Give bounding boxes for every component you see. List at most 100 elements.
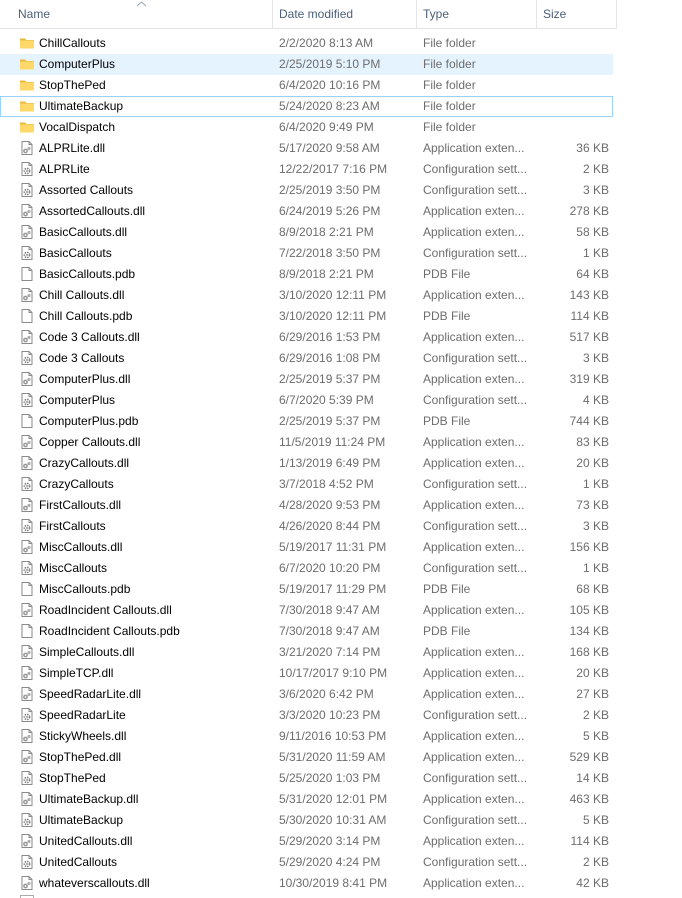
file-size: 20 KB	[576, 666, 609, 680]
list-item[interactable]: FirstCallouts 4/26/2020 8:44 PM Configurat…	[0, 516, 613, 537]
column-header: Name Date modified Type Size	[0, 0, 617, 29]
list-item[interactable]: Chill Callouts.pdb 3/10/2020 12:11 PM PDB …	[0, 306, 613, 327]
file-size: 1 KB	[582, 477, 609, 491]
file-size: 83 KB	[576, 435, 609, 449]
file-type: Application exten...	[423, 603, 525, 617]
file-type: Configuration sett...	[423, 351, 528, 365]
file-type: Configuration sett...	[423, 708, 528, 722]
file-date-modified: 2/25/2019 5:10 PM	[279, 57, 381, 71]
list-item[interactable]: ComputerPlus.pdb 2/25/2019 5:37 PM PDB Fil…	[0, 411, 613, 432]
dll-icon	[19, 539, 35, 555]
column-date-header[interactable]: Date modified	[279, 0, 414, 28]
config-icon	[19, 812, 35, 828]
list-item[interactable]: UnitedCallouts 5/29/2020 4:24 PM Configura…	[0, 852, 613, 873]
list-item[interactable]: VocalDispatch 6/4/2020 9:49 PM File folder	[0, 117, 613, 138]
config-icon	[19, 707, 35, 723]
column-divider[interactable]	[416, 0, 417, 28]
list-item[interactable]: MiscCallouts.dll 5/19/2017 11:31 PM Applic…	[0, 537, 613, 558]
list-item[interactable]: UnitedCallouts.dll 5/29/2020 3:14 PM Appli…	[0, 831, 613, 852]
list-item[interactable]: Chill Callouts.dll 3/10/2020 12:11 PM Appl…	[0, 285, 613, 306]
list-item[interactable]: StopThePed 5/25/2020 1:03 PM Configuration…	[0, 768, 613, 789]
list-item[interactable]: whateverscallouts.dll 10/30/2019 8:41 PM A…	[0, 873, 613, 894]
list-item[interactable]: SimpleCallouts.dll 3/21/2020 7:14 PM Appli…	[0, 642, 613, 663]
column-divider[interactable]	[616, 0, 617, 28]
file-date-modified: 3/6/2020 6:42 PM	[279, 687, 374, 701]
file-type: Application exten...	[423, 876, 525, 890]
list-item[interactable]: BasicCallouts 7/22/2018 3:50 PM Configurat…	[0, 243, 613, 264]
list-item[interactable]: CrazyCallouts.dll 1/13/2019 6:49 PM Applic…	[0, 453, 613, 474]
column-divider[interactable]	[536, 0, 537, 28]
list-item[interactable]: ComputerPlus 2/25/2019 5:10 PM File folder	[0, 54, 613, 75]
dll-icon	[19, 686, 35, 702]
list-item[interactable]: ChillCallouts 2/2/2020 8:13 AM File folder	[0, 33, 613, 54]
list-item[interactable]: ComputerPlus 6/7/2020 5:39 PM Configuratio…	[0, 390, 613, 411]
list-item[interactable]: ALPRLite.dll 5/17/2020 9:58 AM Application…	[0, 138, 613, 159]
column-name-label: Name	[18, 7, 51, 21]
file-name: ComputerPlus.dll	[39, 372, 131, 386]
list-item[interactable]: MiscCallouts.pdb 5/19/2017 11:29 PM PDB Fi…	[0, 579, 613, 600]
file-date-modified: 3/10/2020 12:11 PM	[279, 288, 387, 302]
config-icon	[19, 350, 35, 366]
file-date-modified: 12/22/2017 7:16 PM	[279, 162, 388, 176]
file-name: StopThePed	[39, 78, 106, 92]
column-divider[interactable]	[272, 0, 273, 28]
list-item[interactable]: FirstCallouts.dll 4/28/2020 9:53 PM Applic…	[0, 495, 613, 516]
list-item[interactable]: BasicCallouts.pdb 8/9/2018 2:21 PM PDB Fil…	[0, 264, 613, 285]
file-date-modified: 5/29/2020 4:24 PM	[279, 855, 381, 869]
file-name: SpeedRadarLite	[39, 708, 126, 722]
list-item[interactable]: BasicCallouts.dll 8/9/2018 2:21 PM Applica…	[0, 222, 613, 243]
dll-icon	[19, 875, 35, 891]
list-item[interactable]: UltimateBackup.dll 5/31/2020 12:01 PM Appl…	[0, 789, 613, 810]
list-item[interactable]: Code 3 Callouts 6/29/2016 1:08 PM Configur…	[0, 348, 613, 369]
column-size-header[interactable]: Size	[543, 0, 613, 28]
folder-icon	[19, 119, 35, 135]
file-type: PDB File	[423, 309, 471, 323]
list-item[interactable]: StopThePed.dll 5/31/2020 11:59 AM Applicat…	[0, 747, 613, 768]
folder-icon	[19, 56, 35, 72]
file-type: Configuration sett...	[423, 162, 528, 176]
list-item[interactable]: RoadIncident Callouts.pdb 7/30/2018 9:47 …	[0, 621, 613, 642]
list-item[interactable]: AssortedCallouts.dll 6/24/2019 5:26 PM App…	[0, 201, 613, 222]
folder-icon	[19, 98, 35, 114]
list-item[interactable]: Copper Callouts.dll 11/5/2019 11:24 PM App…	[0, 432, 613, 453]
file-type: Application exten...	[423, 204, 525, 218]
list-item[interactable]: SpeedRadarLite 3/3/2020 10:23 PM Configura…	[0, 705, 613, 726]
list-item[interactable]: Assorted Callouts 2/25/2019 3:50 PM Config…	[0, 180, 613, 201]
file-name: SimpleTCP.dll	[39, 666, 114, 680]
file-size	[541, 97, 609, 116]
list-item[interactable]: SimpleTCP.dll 10/17/2017 9:10 PM Applicati…	[0, 663, 613, 684]
list-item[interactable]: RoadIncident Callouts.dll 7/30/2018 9:47 …	[0, 600, 613, 621]
file-name: UnitedCallouts.dll	[39, 834, 133, 848]
list-item[interactable]: MiscCallouts 6/7/2020 10:20 PM Configurati…	[0, 558, 613, 579]
file-date-modified: 2/25/2019 3:50 PM	[279, 183, 381, 197]
file-name: ALPRLite	[39, 162, 90, 176]
file-size: 744 KB	[569, 414, 609, 428]
file-type: Application exten...	[423, 330, 525, 344]
file-size: 27 KB	[576, 687, 609, 701]
file-date-modified: 4/28/2020 9:53 PM	[279, 498, 381, 512]
dll-icon	[19, 497, 35, 513]
file-size: 517 KB	[569, 330, 609, 344]
dll-icon	[19, 665, 35, 681]
list-item[interactable]: SpeedRadarLite.dll 3/6/2020 6:42 PM Applic…	[0, 684, 613, 705]
list-item[interactable]: StopThePed 6/4/2020 10:16 PM File folder	[0, 75, 613, 96]
file-size: 114 KB	[570, 309, 609, 323]
file-name: Chill Callouts.pdb	[39, 309, 133, 323]
list-item[interactable]: UltimateBackup 5/24/2020 8:23 AM File fold…	[0, 96, 613, 117]
file-date-modified: 6/7/2020 5:39 PM	[279, 393, 374, 407]
file-date-modified: 5/31/2020 11:59 AM	[279, 750, 386, 764]
list-item[interactable]: StickyWheels.dll 9/11/2016 10:53 PM Applic…	[0, 726, 613, 747]
column-type-header[interactable]: Type	[423, 0, 535, 28]
list-item[interactable]: CrazyCallouts 3/7/2018 4:52 PM Configurati…	[0, 474, 613, 495]
list-item[interactable]: ComputerPlus.dll 2/25/2019 5:37 PM Applica…	[0, 369, 613, 390]
dll-icon	[19, 224, 35, 240]
file-name: VocalDispatch	[39, 120, 116, 134]
list-item[interactable]: Code 3 Callouts.dll 6/29/2016 1:53 PM Appl…	[0, 327, 613, 348]
list-item[interactable]: ALPRLite 12/22/2017 7:16 PM Configuration …	[0, 159, 613, 180]
dll-icon	[19, 791, 35, 807]
sort-ascending-icon	[136, 1, 147, 7]
file-size: 105 KB	[569, 603, 609, 617]
file-type: Application exten...	[423, 498, 525, 512]
file-type: Application exten...	[423, 834, 525, 848]
list-item[interactable]: UltimateBackup 5/30/2020 10:31 AM Configur…	[0, 810, 613, 831]
